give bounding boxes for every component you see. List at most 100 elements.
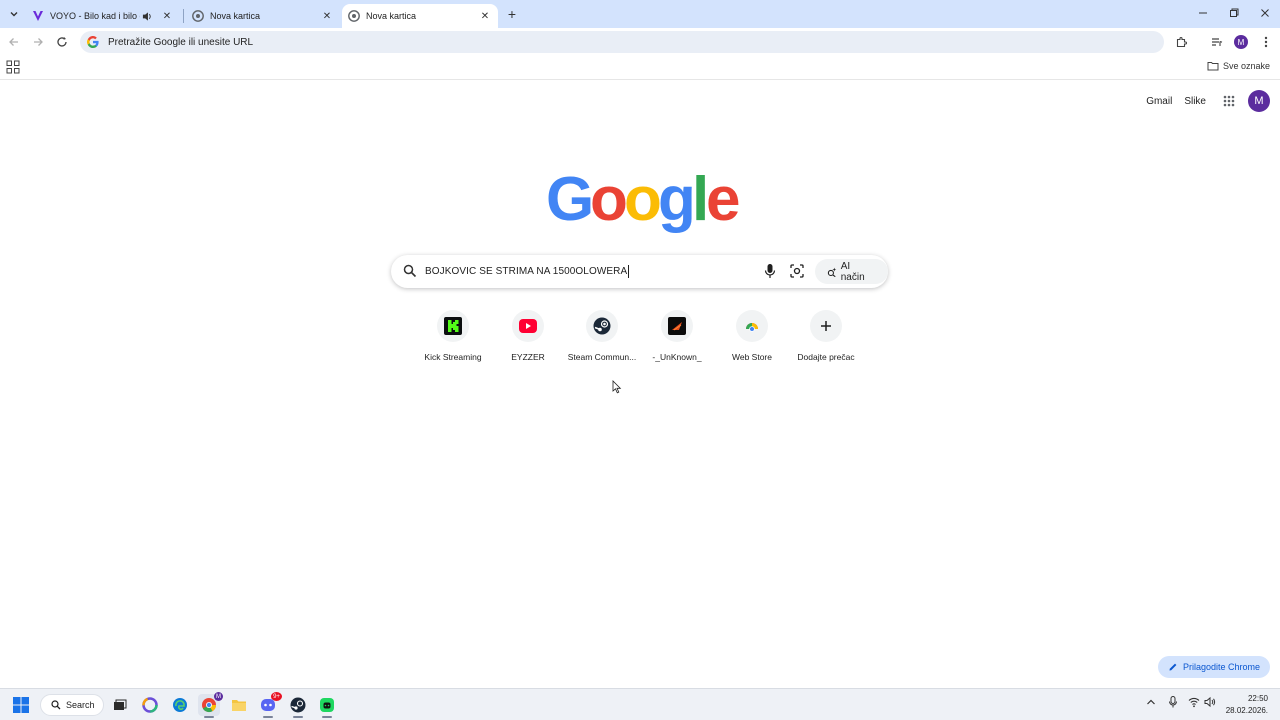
shortcut-icon-circle bbox=[586, 310, 618, 342]
android-app-icon bbox=[320, 698, 334, 712]
close-icon[interactable]: ✕ bbox=[478, 9, 492, 23]
active-indicator bbox=[322, 716, 332, 718]
bookmarks-bar: Sve oznake bbox=[0, 56, 1280, 80]
taskbar-chrome[interactable]: M bbox=[198, 692, 223, 718]
start-button[interactable] bbox=[10, 694, 32, 716]
active-indicator bbox=[263, 716, 273, 718]
shortcut-icon-circle bbox=[661, 310, 693, 342]
media-controls-button[interactable] bbox=[1207, 32, 1227, 52]
shortcut-kick[interactable]: Kick Streaming bbox=[416, 310, 490, 362]
avatar[interactable]: M bbox=[1248, 90, 1270, 112]
chrome-icon bbox=[348, 10, 360, 22]
extensions-button[interactable] bbox=[1172, 32, 1192, 52]
tray-overflow-icon[interactable] bbox=[1146, 698, 1156, 708]
taskbar-app[interactable] bbox=[316, 694, 338, 718]
ai-mode-button[interactable]: AI način bbox=[815, 259, 888, 284]
google-g-icon bbox=[87, 36, 99, 48]
tab-new-active[interactable]: Nova kartica ✕ bbox=[342, 4, 498, 28]
tab-new-1[interactable]: Nova kartica ✕ bbox=[186, 4, 340, 28]
unknown-icon bbox=[668, 317, 686, 335]
reload-button[interactable] bbox=[52, 32, 72, 52]
windows-icon bbox=[13, 697, 29, 713]
taskbar-search-label: Search bbox=[66, 700, 95, 710]
search-box[interactable]: BOJKOVIC SE STRIMA NA 1500OLOWERA AI nač… bbox=[391, 255, 888, 288]
sparkle-search-icon bbox=[827, 267, 837, 277]
svg-text:e: e bbox=[706, 165, 740, 234]
taskbar-task-view[interactable] bbox=[109, 694, 131, 716]
lens-icon[interactable] bbox=[789, 263, 805, 279]
shortcut-steam[interactable]: Steam Commun... bbox=[565, 310, 639, 362]
tab-title: Nova kartica bbox=[366, 11, 417, 21]
customize-chrome-button[interactable]: Prilagodite Chrome bbox=[1158, 656, 1270, 678]
profile-button[interactable]: M bbox=[1231, 32, 1251, 52]
chevron-down-icon bbox=[10, 12, 18, 17]
taskbar-file-explorer[interactable] bbox=[228, 694, 250, 716]
taskbar-steam[interactable] bbox=[287, 694, 309, 718]
folder-icon bbox=[1207, 62, 1219, 71]
close-icon[interactable]: ✕ bbox=[320, 9, 334, 23]
notification-badge: 9+ bbox=[271, 692, 282, 701]
taskbar-copilot[interactable] bbox=[139, 694, 161, 716]
tab-title: VOYO - Bilo kad i bilo gdje bbox=[50, 11, 140, 21]
steam-icon bbox=[593, 317, 611, 335]
window-close-button[interactable] bbox=[1250, 4, 1280, 22]
shortcut-eyzzer[interactable]: EYZZER bbox=[491, 310, 565, 362]
shortcut-icon-circle bbox=[512, 310, 544, 342]
shortcut-unknown[interactable]: -_UnKnown_ bbox=[640, 310, 714, 362]
tab-voyo[interactable]: VOYO - Bilo kad i bilo gdje ✕ bbox=[26, 4, 180, 28]
volume-icon[interactable] bbox=[1204, 696, 1216, 710]
search-input[interactable]: BOJKOVIC SE STRIMA NA 1500OLOWERA bbox=[425, 265, 630, 278]
google-apps-button[interactable] bbox=[1218, 90, 1240, 112]
tab-search-button[interactable] bbox=[4, 4, 24, 24]
ai-mode-label: AI način bbox=[840, 260, 865, 283]
clock-time: 22:50 bbox=[1247, 694, 1268, 703]
back-button[interactable] bbox=[4, 32, 24, 52]
gmail-link[interactable]: Gmail bbox=[1146, 96, 1172, 107]
shortcuts-grid: Kick Streaming EYZZER Steam Commun... -_… bbox=[416, 310, 864, 370]
new-tab-button[interactable]: + bbox=[504, 6, 520, 22]
chrome-icon bbox=[192, 10, 204, 22]
address-placeholder: Pretražite Google ili unesite URL bbox=[108, 36, 254, 48]
minimize-button[interactable] bbox=[1188, 4, 1218, 22]
address-bar[interactable]: Pretražite Google ili unesite URL bbox=[80, 31, 1164, 53]
taskbar-discord[interactable]: 9+ bbox=[257, 692, 282, 718]
shortcut-label: Dodajte prečac bbox=[797, 352, 855, 362]
shortcut-icon-circle bbox=[437, 310, 469, 342]
images-link[interactable]: Slike bbox=[1184, 96, 1206, 107]
mouse-cursor-icon bbox=[612, 380, 622, 394]
taskbar-search[interactable]: Search bbox=[40, 694, 104, 716]
forward-button[interactable] bbox=[28, 32, 48, 52]
taskbar-edge[interactable] bbox=[169, 694, 191, 716]
shortcut-add[interactable]: Dodajte prečac bbox=[789, 310, 863, 362]
steam-icon bbox=[290, 697, 306, 713]
close-icon bbox=[1261, 9, 1269, 17]
shortcut-label: Web Store bbox=[731, 352, 772, 362]
shortcut-label: -_UnKnown_ bbox=[652, 352, 702, 362]
wifi-icon[interactable] bbox=[1188, 696, 1200, 710]
folder-icon bbox=[232, 700, 246, 711]
apps-grid-icon[interactable] bbox=[6, 60, 20, 74]
system-clock[interactable]: 22:50 28.02.2026. bbox=[1226, 693, 1268, 717]
avatar: M bbox=[1234, 35, 1248, 49]
youtube-icon bbox=[519, 319, 537, 333]
restore-button[interactable] bbox=[1219, 4, 1249, 22]
chrome-menu-button[interactable] bbox=[1256, 32, 1276, 52]
speaker-icon[interactable] bbox=[140, 9, 154, 23]
tab-title: Nova kartica bbox=[210, 11, 261, 21]
shortcut-webstore[interactable]: Web Store bbox=[715, 310, 789, 362]
playlist-icon bbox=[1212, 38, 1223, 46]
all-bookmarks-button[interactable]: Sve oznake bbox=[1207, 61, 1270, 71]
google-logo: G o o g l e bbox=[546, 165, 740, 234]
microphone-icon[interactable] bbox=[1168, 696, 1178, 710]
arrow-right-icon bbox=[34, 38, 43, 46]
tab-separator bbox=[183, 9, 184, 23]
restore-icon bbox=[1230, 8, 1239, 17]
shortcut-icon-circle bbox=[810, 310, 842, 342]
close-icon[interactable]: ✕ bbox=[160, 9, 174, 23]
search-icon bbox=[403, 264, 417, 278]
microphone-icon[interactable] bbox=[763, 263, 777, 279]
text-caret bbox=[628, 265, 630, 278]
shortcut-label: Steam Commun... bbox=[567, 352, 637, 362]
kick-icon bbox=[444, 317, 462, 335]
profile-badge: M bbox=[214, 692, 223, 701]
